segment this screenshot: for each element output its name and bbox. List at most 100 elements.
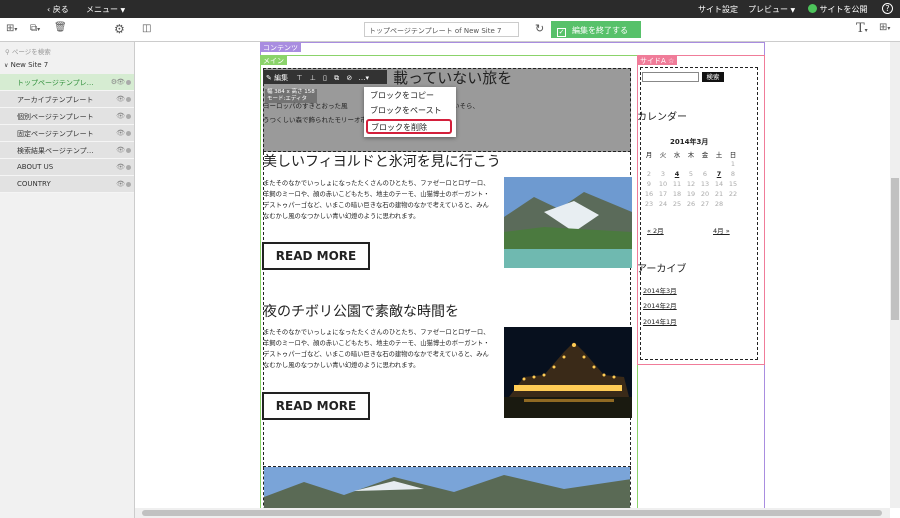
- calendar-day: 19: [686, 190, 696, 198]
- chevron-left-icon: ‹: [47, 5, 51, 14]
- calendar-month: 2014年3月: [670, 138, 709, 146]
- eye-icon[interactable]: 👁: [116, 95, 125, 103]
- sidebar-search-input[interactable]: [642, 72, 699, 82]
- page-item-archive[interactable]: アーカイブテンプレート 👁: [0, 91, 134, 108]
- calendar-day: 5: [688, 170, 694, 178]
- calendar-day: 20: [700, 190, 710, 198]
- page-title-field[interactable]: トップページテンプレート of New Site 7: [364, 22, 519, 37]
- menu-paste-block[interactable]: ブロックをペースト: [370, 105, 442, 116]
- page-item-country[interactable]: COUNTRY 👁: [0, 176, 134, 193]
- page-canvas: コンテンツ メイン サイドA ☆ ✎ 編集 ⊤ ⊥ ▯ ⧉ ⊘ …▾ 幅 384…: [135, 42, 890, 508]
- calendar-day: 10: [658, 180, 668, 188]
- menu-copy-block[interactable]: ブロックをコピー: [370, 90, 434, 101]
- top-bar: ‹ 戻る メニュー ▼ サイト設定 プレビュー ▼ サイトを公開 ?: [0, 0, 900, 18]
- add-page-icon[interactable]: ⊞▾: [6, 23, 17, 34]
- eye-icon[interactable]: 👁: [116, 129, 125, 137]
- hero-line-1: ヨーロッパのすきとおった風: [263, 102, 348, 110]
- tivoli-image: [504, 327, 632, 418]
- weekday: 水: [673, 151, 681, 159]
- finish-editing-button[interactable]: ✓ 編集を終了する: [551, 21, 641, 38]
- page-item-top[interactable]: トップページテンプレ… ⚙ 👁: [0, 74, 134, 91]
- read-more-button-1[interactable]: READ MORE: [262, 242, 370, 270]
- hero-line-2: うつくしい森で飾られたモリーオ市: [263, 116, 367, 124]
- bookmark-icon[interactable]: ▯: [323, 74, 327, 82]
- edit-button[interactable]: 編集: [274, 74, 288, 82]
- weekday: 月: [645, 151, 653, 159]
- hide-icon[interactable]: ⊘: [346, 74, 352, 82]
- preview-button[interactable]: プレビュー ▼: [748, 4, 795, 15]
- calendar-day: 15: [728, 180, 738, 188]
- weekday: 金: [701, 151, 709, 159]
- bottom-image-block[interactable]: [263, 466, 631, 508]
- vertical-scroll-thumb[interactable]: [891, 178, 899, 320]
- eye-icon[interactable]: 👁: [116, 163, 125, 171]
- sidebar-toggle-icon[interactable]: ◫: [142, 23, 151, 34]
- calendar-day: 9: [646, 180, 652, 188]
- menu-delete-block[interactable]: ブロックを削除: [366, 119, 452, 134]
- calendar-day: 2: [646, 170, 652, 178]
- help-icon[interactable]: ?: [882, 3, 893, 14]
- calendar-day-link[interactable]: 7: [712, 169, 726, 179]
- eye-icon[interactable]: 👁: [116, 180, 125, 188]
- calendar-day: 22: [728, 190, 738, 198]
- back-button[interactable]: ‹ 戻る: [47, 4, 69, 15]
- trash-icon[interactable]: 🗑: [54, 22, 67, 33]
- calendar-day: 11: [672, 180, 682, 188]
- calendar-table: 月火水木金土日 1 2345678 9 10 11 12 13 14 15 16 17 18 19…: [642, 149, 740, 209]
- article-body-2: またそのなかでいっしょになったたくさんのひとたち、ファゼーロとロザーロ、羊飼のミ…: [263, 329, 490, 369]
- archive-link[interactable]: 2014年3月: [643, 285, 677, 295]
- menu-button[interactable]: メニュー ▼: [86, 4, 125, 15]
- contents-label[interactable]: コンテンツ: [260, 42, 301, 52]
- search-icon: ⚲: [5, 48, 10, 56]
- chevron-down-icon: ▼: [790, 7, 796, 14]
- align-bottom-icon[interactable]: ⊥: [310, 74, 316, 82]
- layout-icon[interactable]: ⊞▾: [879, 22, 890, 33]
- calendar-prev-link[interactable]: « 2月: [647, 225, 664, 235]
- page-item-about[interactable]: ABOUT US 👁: [0, 159, 134, 176]
- copy-icon[interactable]: ⧉: [334, 74, 339, 82]
- article-body-1: またそのなかでいっしょになったたくさんのひとたち、ファゼーロとロザーロ、羊飼のミ…: [263, 180, 490, 220]
- weekday: 土: [715, 151, 723, 159]
- more-icon[interactable]: …▾: [358, 74, 369, 82]
- calendar-day: 24: [658, 200, 668, 208]
- duplicate-icon[interactable]: ⧉▾: [30, 23, 40, 34]
- page-item-single[interactable]: 個別ページテンプレート 👁: [0, 108, 134, 125]
- calendar-day: 18: [672, 190, 682, 198]
- eye-icon[interactable]: 👁: [116, 146, 125, 154]
- calendar-day: 1: [730, 160, 736, 168]
- text-style-icon[interactable]: T▾: [856, 21, 868, 36]
- main-label[interactable]: メイン: [260, 55, 287, 65]
- side-a-label[interactable]: サイドA ☆: [637, 55, 678, 65]
- reload-icon[interactable]: ↻: [535, 22, 544, 35]
- calendar-day: 12: [686, 180, 696, 188]
- article-title-2[interactable]: 夜のチボリ公園で素敵な時間を: [263, 301, 459, 321]
- calendar-day-link[interactable]: 4: [670, 169, 684, 179]
- site-root[interactable]: ∨ New Site 7: [4, 61, 48, 69]
- weekday: 火: [659, 151, 667, 159]
- align-top-icon[interactable]: ⊤: [296, 74, 302, 82]
- archive-link[interactable]: 2014年1月: [643, 316, 677, 326]
- gear-icon[interactable]: ⚙: [114, 22, 125, 36]
- page-search-input[interactable]: ⚲ ページを検索: [3, 45, 131, 57]
- checkbox-icon: ✓: [557, 28, 566, 37]
- calendar-day: 13: [700, 180, 710, 188]
- calendar-day: 28: [714, 200, 724, 208]
- article-title-1[interactable]: 美しいフィヨルドと氷河を見に行こう: [263, 151, 501, 171]
- page-item-fixed[interactable]: 固定ページテンプレート 👁: [0, 125, 134, 142]
- read-more-button-2[interactable]: READ MORE: [262, 392, 370, 420]
- pencil-icon[interactable]: ✎: [266, 74, 272, 82]
- archive-link[interactable]: 2014年2月: [643, 300, 677, 310]
- eye-icon[interactable]: 👁: [116, 78, 125, 86]
- weekday: 木: [687, 151, 695, 159]
- calendar-day: 26: [686, 200, 696, 208]
- eye-icon[interactable]: 👁: [116, 112, 125, 120]
- calendar-day: 17: [658, 190, 668, 198]
- calendar-day: 3: [660, 170, 666, 178]
- publish-button[interactable]: サイトを公開: [808, 4, 868, 15]
- chevron-down-icon: ▼: [120, 7, 126, 14]
- site-settings-link[interactable]: サイト設定: [698, 4, 738, 15]
- page-item-search[interactable]: 検索結果ページテンプ… 👁: [0, 142, 134, 159]
- sidebar-search-button[interactable]: 検索: [702, 72, 724, 82]
- horizontal-scroll-thumb[interactable]: [142, 510, 882, 516]
- calendar-next-link[interactable]: 4月 »: [713, 225, 730, 235]
